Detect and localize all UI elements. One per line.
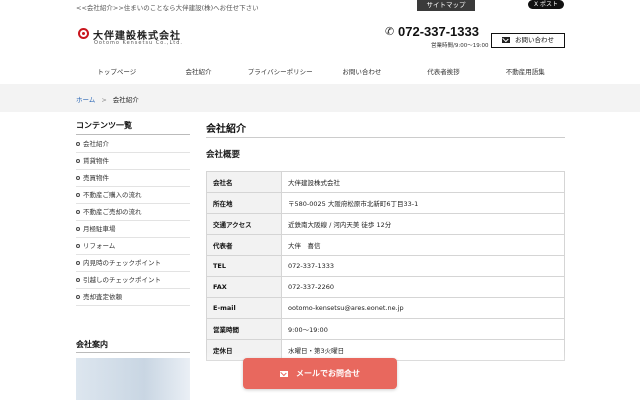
sidebar-item-reform[interactable]: リフォーム bbox=[76, 238, 190, 255]
breadcrumb-band: ホーム > 会社紹介 bbox=[0, 84, 640, 112]
section-title: 会社概要 bbox=[206, 150, 241, 160]
sidebar-item-moving-check[interactable]: 引越しのチェックポイント bbox=[76, 272, 190, 289]
row-label: FAX bbox=[206, 276, 282, 298]
row-label: 会社名 bbox=[206, 171, 282, 193]
sidebar-item-label: 内見時のチェックポイント bbox=[83, 259, 161, 267]
breadcrumb-current: 会社紹介 bbox=[112, 96, 139, 104]
nav-item-glossary[interactable]: 不動産用語集 bbox=[484, 63, 566, 81]
sitemap-button[interactable]: サイトマップ bbox=[417, 0, 475, 11]
table-row: TEL 072-337-1333 bbox=[206, 255, 565, 277]
bullet-icon bbox=[76, 142, 80, 146]
sidebar-item-label: 不動産ご売却の流れ bbox=[83, 208, 142, 216]
bullet-icon bbox=[76, 176, 80, 180]
sidebar-item-label: 引越しのチェックポイント bbox=[83, 276, 161, 284]
site-tagline: <<会社紹介>>住まいのことなら大伴建設(株)へお任せ下さい bbox=[76, 4, 259, 12]
row-label: E-mail bbox=[206, 297, 282, 319]
global-nav: トップページ 会社紹介 プライバシーポリシー お問い合わせ 代表者挨拶 不動産用… bbox=[76, 63, 566, 81]
page-title: 会社紹介 bbox=[206, 124, 246, 135]
contact-button[interactable]: お問い合わせ bbox=[491, 33, 565, 48]
bullet-icon bbox=[76, 261, 80, 265]
sidebar-item-appraisal[interactable]: 売却査定依頼 bbox=[76, 289, 190, 306]
sidebar-item-company[interactable]: 会社紹介 bbox=[76, 136, 190, 153]
sidebar-item-parking[interactable]: 月極駐車場 bbox=[76, 221, 190, 238]
sidebar-item-viewing-check[interactable]: 内見時のチェックポイント bbox=[76, 255, 190, 272]
row-label: 代表者 bbox=[206, 234, 282, 256]
mail-icon bbox=[280, 371, 288, 377]
row-label: 交通アクセス bbox=[206, 213, 282, 235]
sidebar-item-label: 月極駐車場 bbox=[83, 225, 116, 233]
bullet-icon bbox=[76, 295, 80, 299]
row-label: 営業時間 bbox=[206, 318, 282, 340]
table-row: 交通アクセス 近鉄南大阪線 / 河内天美 徒歩 12分 bbox=[206, 213, 565, 235]
sidebar-item-rental[interactable]: 賃貸物件 bbox=[76, 153, 190, 170]
bullet-icon bbox=[76, 193, 80, 197]
sidebar-section-title: 会社案内 bbox=[76, 340, 108, 349]
business-hours: 営業時間/9:00〜19:00 bbox=[431, 43, 489, 49]
sidebar-item-label: 会社紹介 bbox=[83, 140, 109, 148]
bullet-icon bbox=[76, 278, 80, 282]
sidebar-title: コンテンツ一覧 bbox=[76, 121, 132, 130]
company-logo[interactable]: 大伴建設株式会社 Ootomo Kensetsu Co.,Ltd. bbox=[78, 27, 208, 47]
nav-item-privacy[interactable]: プライバシーポリシー bbox=[239, 63, 321, 81]
table-row: 所在地 〒580-0025 大阪府松原市北新町6丁目33-1 bbox=[206, 192, 565, 214]
row-value: 近鉄南大阪線 / 河内天美 徒歩 12分 bbox=[281, 213, 565, 235]
breadcrumb-home[interactable]: ホーム bbox=[76, 96, 95, 104]
table-row: 代表者 大伴 喜信 bbox=[206, 234, 565, 256]
sidebar-item-sale[interactable]: 売買物件 bbox=[76, 170, 190, 187]
nav-item-greeting[interactable]: 代表者挨拶 bbox=[403, 63, 485, 81]
nav-item-company[interactable]: 会社紹介 bbox=[158, 63, 240, 81]
bullet-icon bbox=[76, 210, 80, 214]
mail-inquiry-label: メールでお問合せ bbox=[296, 369, 360, 378]
table-row: 会社名 大伴建設株式会社 bbox=[206, 171, 565, 193]
sidebar-menu: 会社紹介 賃貸物件 売買物件 不動産ご購入の流れ 不動産ご売却の流れ 月極駐車場… bbox=[76, 136, 190, 306]
table-row: FAX 072-337-2260 bbox=[206, 276, 565, 298]
top-strip: <<会社紹介>>住まいのことなら大伴建設(株)へお任せ下さい サイトマップ X … bbox=[0, 0, 640, 12]
company-info-image[interactable] bbox=[76, 358, 190, 400]
email-link[interactable]: ootomo-kensetsu@ares.eonet.ne.jp bbox=[281, 297, 565, 319]
bullet-icon bbox=[76, 244, 80, 248]
sidebar-divider bbox=[76, 352, 190, 353]
company-info-table: 会社名 大伴建設株式会社 所在地 〒580-0025 大阪府松原市北新町6丁目33-… bbox=[206, 171, 565, 361]
row-value: 072-337-1333 bbox=[281, 255, 565, 277]
sidebar-item-label: リフォーム bbox=[83, 242, 116, 250]
sidebar-item-label: 賃貸物件 bbox=[83, 157, 109, 165]
breadcrumb-separator: > bbox=[101, 96, 107, 104]
logo-subtitle: Ootomo Kensetsu Co.,Ltd. bbox=[94, 40, 183, 46]
sidebar-item-purchase-flow[interactable]: 不動産ご購入の流れ bbox=[76, 187, 190, 204]
bullet-icon bbox=[76, 227, 80, 231]
table-row: E-mail ootomo-kensetsu@ares.eonet.ne.jp bbox=[206, 297, 565, 319]
row-value: 9:00〜19:00 bbox=[281, 318, 565, 340]
row-value: 大伴 喜信 bbox=[281, 234, 565, 256]
mail-icon bbox=[502, 37, 510, 43]
mail-inquiry-button[interactable]: メールでお問合せ bbox=[243, 358, 397, 389]
sidebar-divider bbox=[76, 134, 190, 135]
sidebar-item-label: 不動産ご購入の流れ bbox=[83, 191, 142, 199]
nav-item-top[interactable]: トップページ bbox=[76, 63, 158, 81]
contact-button-label: お問い合わせ bbox=[515, 36, 554, 44]
phone-block: ✆ 072-337-1333 bbox=[385, 24, 485, 40]
row-value: 072-337-2260 bbox=[281, 276, 565, 298]
breadcrumb: ホーム > 会社紹介 bbox=[76, 94, 139, 104]
title-divider bbox=[206, 137, 565, 138]
sidebar-item-label: 売却査定依頼 bbox=[83, 293, 122, 301]
bullet-icon bbox=[76, 159, 80, 163]
logo-mark-icon bbox=[78, 28, 89, 39]
phone-icon: ✆ bbox=[385, 25, 395, 38]
table-row: 営業時間 9:00〜19:00 bbox=[206, 318, 565, 340]
sidebar-item-selling-flow[interactable]: 不動産ご売却の流れ bbox=[76, 204, 190, 221]
sidebar-item-label: 売買物件 bbox=[83, 174, 109, 182]
nav-item-contact[interactable]: お問い合わせ bbox=[321, 63, 403, 81]
row-label: TEL bbox=[206, 255, 282, 277]
phone-number: 072-337-1333 bbox=[398, 24, 479, 39]
row-label: 所在地 bbox=[206, 192, 282, 214]
row-value: 大伴建設株式会社 bbox=[281, 171, 565, 193]
row-value: 〒580-0025 大阪府松原市北新町6丁目33-1 bbox=[281, 192, 565, 214]
x-post-button[interactable]: X ポスト bbox=[528, 0, 564, 9]
